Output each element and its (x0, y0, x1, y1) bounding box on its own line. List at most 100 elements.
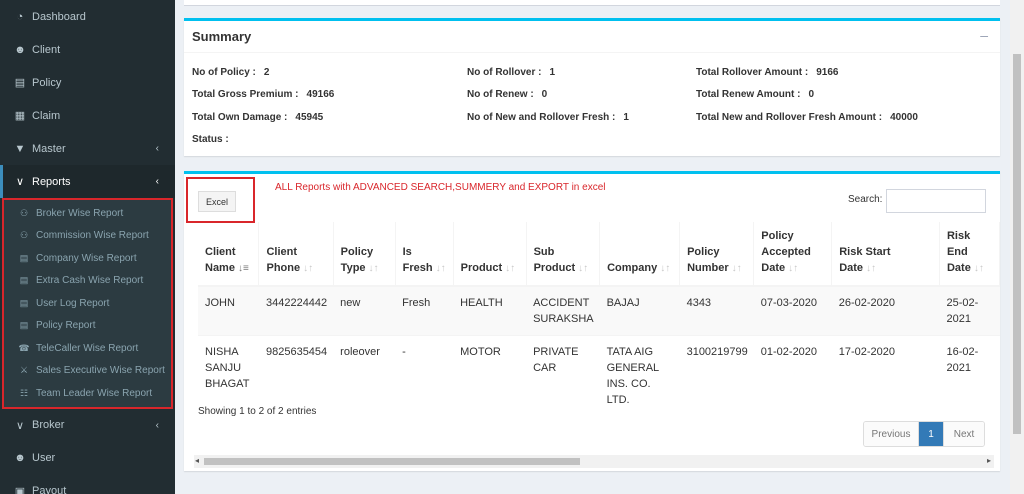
column-header-policy-number[interactable]: Policy Number ↓↑ (679, 222, 755, 287)
horizontal-scrollbar[interactable]: ◂ ▸ (194, 455, 994, 468)
user-icon: ☻ (14, 452, 26, 464)
column-header-is-fresh[interactable]: Is Fresh ↓↑ (395, 222, 454, 287)
summary-label: Total New and Rollover Fresh Amount : (696, 112, 883, 123)
table-cell: new (333, 285, 396, 336)
summary-label: No of Renew : (467, 89, 534, 100)
table-cell: MOTOR (453, 335, 527, 416)
chevron-down-icon: ∨ (15, 176, 25, 188)
summary-value: 45945 (295, 112, 324, 123)
sort-icon[interactable]: ↓↑ (505, 263, 515, 274)
column-header-policy-accepted-date[interactable]: Policy Accepted Date ↓↑ (753, 222, 833, 287)
summary-value: 9166 (816, 67, 839, 78)
column-header-risk-end-date[interactable]: Risk End Date ↓↑ (939, 222, 1001, 287)
vertical-scrollbar[interactable] (1010, 0, 1024, 494)
submenu-item-label: Policy Report (36, 320, 96, 332)
table-cell: BAJAJ (599, 285, 680, 336)
table-cell: Fresh (395, 285, 454, 336)
sidebar-item-label: Broker (32, 419, 65, 431)
sort-icon[interactable]: ↓↑ (660, 263, 670, 274)
column-header-client-name[interactable]: Client Name ↓≡ (198, 222, 260, 287)
column-header-label: Date (946, 262, 971, 274)
chevron-left-icon: ‹ (155, 143, 159, 154)
sidebar-item-broker[interactable]: ∨ Broker ‹ (0, 409, 175, 442)
summary-title: Summary (192, 29, 252, 44)
excel-button[interactable]: Excel (198, 191, 236, 212)
sort-icon[interactable]: ↓↑ (369, 263, 379, 274)
column-header-policy-type[interactable]: Policy Type ↓↑ (333, 222, 396, 287)
submenu-item-team-leader-wise-report[interactable]: ☷ Team Leader Wise Report (4, 382, 171, 405)
sidebar-item-master[interactable]: ▼ Master ‹ (0, 132, 175, 165)
sidebar-item-reports[interactable]: ∨ Reports ‹ (0, 165, 175, 198)
commission-wise-report-icon: ⚇ (19, 230, 29, 241)
scroll-right-icon[interactable]: ▸ (987, 456, 991, 465)
submenu-item-extra-cash-wise-report[interactable]: ▤ Extra Cash Wise Report (4, 270, 171, 293)
sort-icon[interactable]: ↓↑ (436, 263, 446, 274)
search-input[interactable] (886, 189, 986, 213)
submenu-item-user-log-report[interactable]: ▤ User Log Report (4, 292, 171, 315)
summary-label: Total Gross Premium : (192, 89, 299, 100)
submenu-item-label: Company Wise Report (36, 252, 137, 264)
summary-value: 1 (549, 67, 556, 78)
column-header-client-phone[interactable]: Client Phone ↓↑ (258, 222, 334, 287)
column-header-label: Risk Start (839, 246, 891, 258)
scroll-thumb[interactable] (1013, 54, 1021, 434)
table-cell: JOHN (198, 285, 259, 336)
scroll-left-icon[interactable]: ◂ (195, 456, 199, 465)
sidebar-item-dashboard[interactable]: ◔ Dashboard (0, 0, 175, 33)
summary-field-status: Status : (192, 134, 229, 145)
column-header-product[interactable]: Product ↓↑ (453, 222, 527, 287)
next-button[interactable]: Next (943, 422, 984, 446)
sort-icon[interactable]: ↓↑ (732, 263, 742, 274)
company-wise-report-icon: ▤ (19, 252, 29, 263)
column-header-sub-product[interactable]: Sub Product ↓↑ (526, 222, 601, 287)
column-header-risk-start-date[interactable]: Risk Start Date ↓↑ (831, 222, 940, 287)
table-cell: 3100219799 (679, 335, 754, 416)
summary-value: 0 (541, 89, 548, 100)
submenu-item-label: TeleCaller Wise Report (36, 342, 139, 354)
previous-button[interactable]: Previous (864, 422, 919, 446)
sidebar-item-claim[interactable]: ▦ Claim (0, 99, 175, 132)
sort-icon[interactable]: ↓↑ (788, 263, 798, 274)
submenu-item-sales-executive-wise-report[interactable]: ⚔ Sales Executive Wise Report (4, 360, 171, 383)
sidebar-item-policy[interactable]: ▤ Policy (0, 66, 175, 99)
submenu-item-commission-wise-report[interactable]: ⚇ Commission Wise Report (4, 225, 171, 248)
column-header-label: Date (839, 262, 864, 274)
main-content: Summary – No of Policy : 2 Total Gross Pre… (175, 0, 1010, 494)
summary-value: 40000 (890, 112, 918, 123)
column-header-label: Is (402, 246, 412, 258)
submenu-item-telecaller-wise-report[interactable]: ☎ TeleCaller Wise Report (4, 337, 171, 360)
sidebar-item-payout[interactable]: ▣ Payout (0, 475, 175, 494)
table-cell: HEALTH (453, 285, 527, 336)
table-cell: ACCIDENT SURAKSHA (526, 285, 600, 336)
scroll-thumb[interactable] (204, 458, 580, 465)
shield-icon: ▼ (14, 142, 26, 155)
summary-value: 49166 (306, 89, 335, 100)
sort-icon[interactable]: ↓↑ (578, 263, 588, 274)
submenu-item-company-wise-report[interactable]: ▤ Company Wise Report (4, 247, 171, 270)
column-header-company[interactable]: Company ↓↑ (599, 222, 681, 287)
search-label: Search: (848, 194, 883, 205)
sort-icon[interactable]: ↓↑ (974, 263, 984, 274)
summary-label: No of New and Rollover Fresh : (467, 112, 616, 123)
table-cell: 26-02-2020 (831, 285, 940, 336)
column-header-label: Company (607, 262, 658, 274)
submenu-item-policy-report[interactable]: ▤ Policy Report (4, 315, 171, 338)
column-header-label: Policy (761, 230, 794, 242)
submenu-item-broker-wise-report[interactable]: ⚇ Broker Wise Report (4, 202, 171, 225)
sidebar-item-client[interactable]: ☻ Client (0, 33, 175, 66)
sidebar-item-label: Master (32, 142, 66, 155)
pagination: Previous 1 Next (863, 421, 985, 447)
page-1-button[interactable]: 1 (919, 422, 943, 446)
sidebar-item-user[interactable]: ☻ User (0, 442, 175, 475)
table-cell: 4343 (679, 285, 754, 336)
telecaller-wise-report-icon: ☎ (18, 342, 30, 353)
table-cell: PRIVATE CAR (526, 335, 600, 416)
submenu-item-label: Team Leader Wise Report (36, 387, 153, 399)
submenu-item-label: Broker Wise Report (36, 207, 124, 219)
column-header-label: Client (266, 246, 298, 258)
sort-icon[interactable]: ↓↑ (866, 263, 876, 274)
sort-asc-icon[interactable]: ↓≡ (238, 263, 249, 274)
sidebar-item-label: Client (32, 43, 61, 56)
sort-icon[interactable]: ↓↑ (303, 263, 313, 274)
collapse-button[interactable]: – (980, 27, 988, 43)
